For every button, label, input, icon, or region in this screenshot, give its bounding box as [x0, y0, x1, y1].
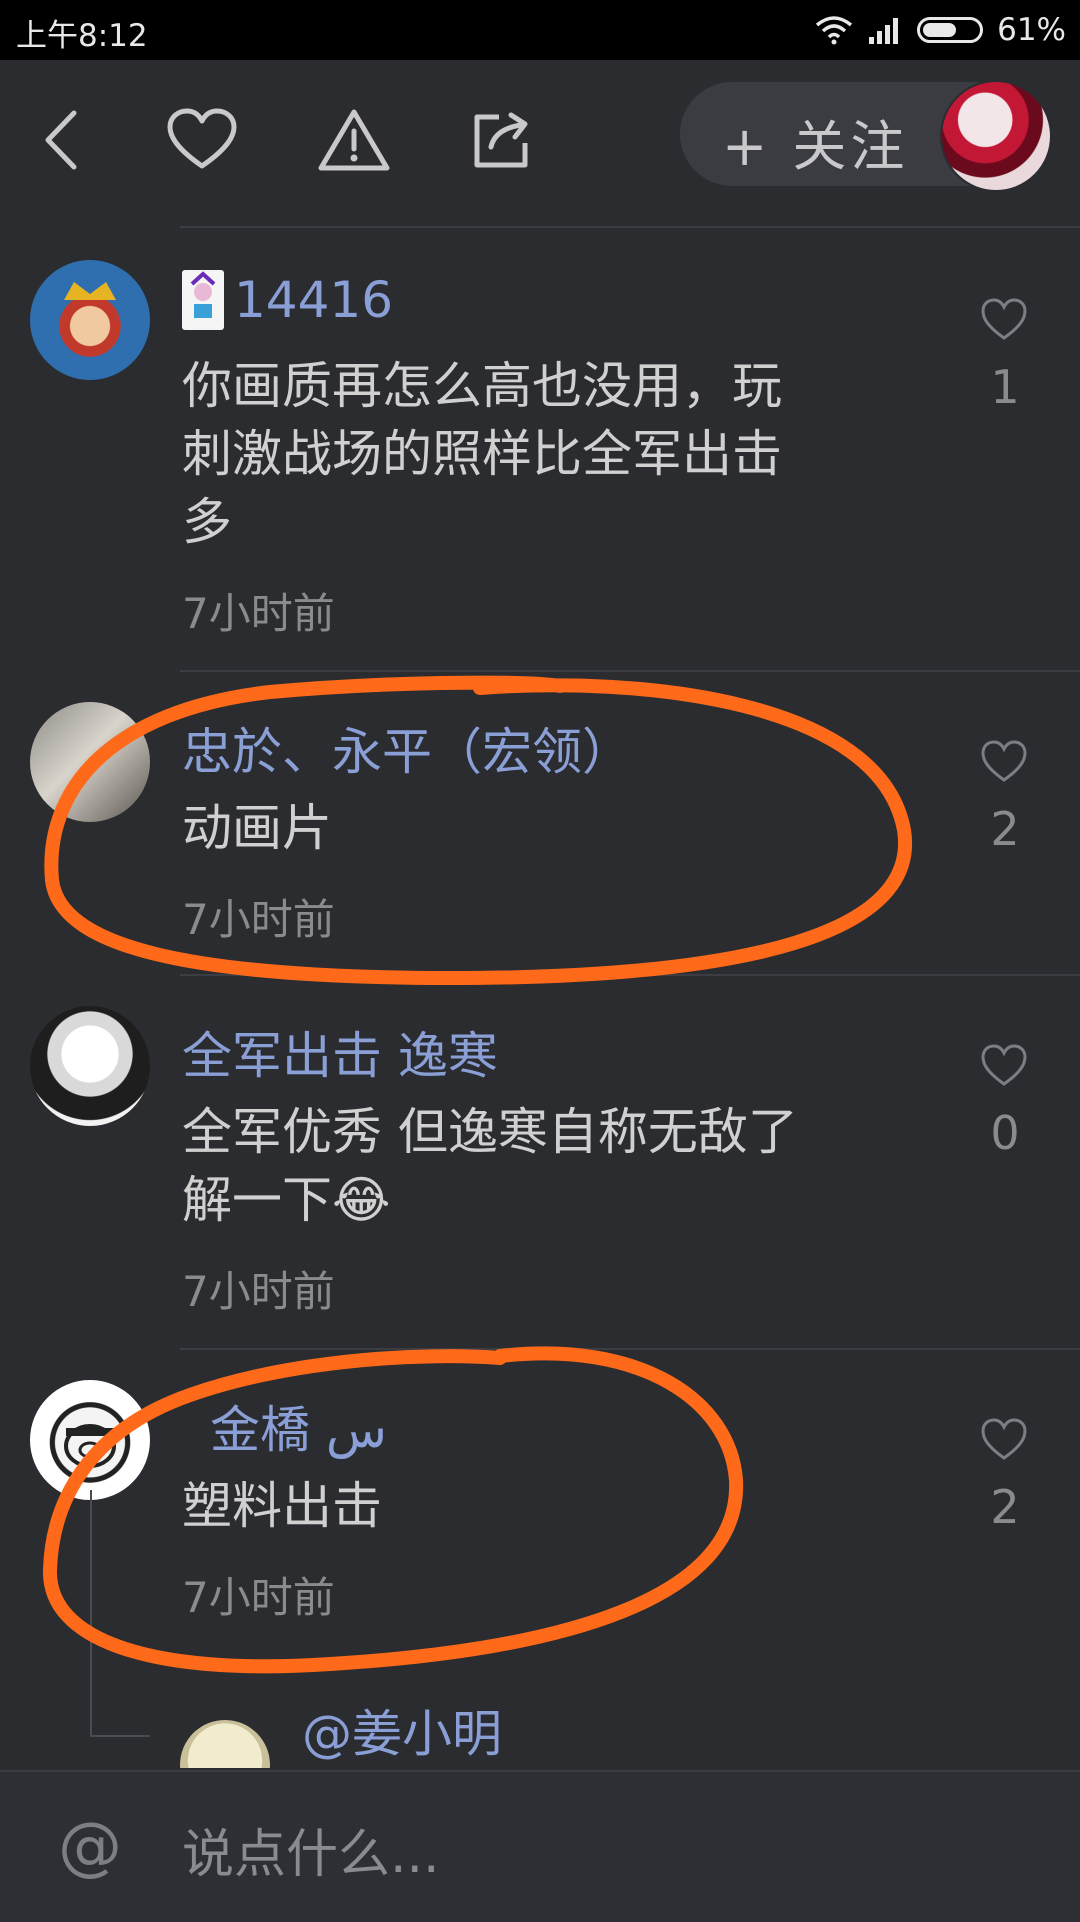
battery-percent: 61%	[997, 12, 1066, 48]
content-text: 解一下	[182, 1171, 332, 1229]
comment-like-button[interactable]	[980, 298, 1028, 342]
header-divider	[180, 226, 1080, 228]
author-avatar[interactable]	[940, 80, 1052, 192]
content-line: 动画片	[182, 799, 332, 857]
comment-time: 7小时前	[182, 589, 335, 638]
comment-input[interactable]: 说点什么...	[182, 1812, 1002, 1885]
comment-divider	[180, 670, 1080, 672]
content-line: 你画质再怎么高也没用，玩	[182, 357, 782, 415]
comment-author[interactable]: 忠於、永平（宏领）	[182, 712, 632, 784]
comment-author[interactable]: 金橋 س	[210, 1390, 387, 1462]
comment-input-bar: @ 说点什么...	[0, 1770, 1080, 1922]
author-row: 全军出击 逸寒	[182, 1016, 498, 1088]
comment-like-count: 1	[990, 360, 1020, 414]
share-icon	[474, 112, 528, 168]
laughing-emoji-icon: 😂	[332, 1171, 391, 1229]
comment-time: 7小时前	[182, 1267, 335, 1316]
share-button[interactable]	[462, 100, 542, 180]
crown-icon	[64, 282, 116, 300]
comment-time: 7小时前	[182, 1573, 335, 1622]
author-row: 金橋 س	[210, 1390, 387, 1462]
back-button[interactable]	[24, 100, 104, 180]
battery-icon	[917, 17, 984, 43]
content-line: 多	[182, 493, 232, 551]
content-line: 塑料出击	[182, 1477, 382, 1535]
warning-triangle-icon	[318, 109, 390, 171]
battery-fill	[923, 23, 957, 37]
content-line: 解一下😂	[182, 1166, 922, 1234]
comment-content: 动画片	[182, 794, 922, 862]
comment-content: 塑料出击	[182, 1472, 922, 1540]
comment-like-count: 2	[990, 1480, 1020, 1534]
content-line: 刺激战场的照样比全军出击	[182, 425, 782, 483]
top-nav: + 关注	[0, 60, 1080, 228]
heart-outline-icon	[167, 108, 237, 169]
signal-icon	[869, 18, 899, 44]
comment-author[interactable]: 14416	[234, 271, 393, 329]
comment-like-count: 0	[990, 1106, 1020, 1160]
author-row: 14416	[182, 270, 393, 330]
heart-outline-icon	[981, 1418, 1027, 1460]
follow-button[interactable]: + 关注	[680, 80, 1052, 192]
heart-outline-icon	[981, 298, 1027, 340]
status-time: 上午8:12	[16, 18, 148, 54]
author-row: 忠於、永平（宏领）	[182, 712, 632, 784]
comment-divider	[180, 974, 1080, 976]
comment-like-button[interactable]	[980, 740, 1028, 784]
comment-like-button[interactable]	[980, 1044, 1028, 1088]
comment-like-count: 2	[990, 802, 1020, 856]
chevron-left-icon	[45, 110, 77, 170]
heart-outline-icon	[981, 740, 1027, 782]
avatar[interactable]	[30, 260, 150, 380]
pig-face-icon	[64, 1424, 116, 1468]
comment-content: 全军优秀 但逸寒自称无敌了 解一下😂	[182, 1098, 922, 1234]
comment-content: 你画质再怎么高也没用，玩 刺激战场的照样比全军出击 多	[182, 352, 922, 556]
report-button[interactable]	[314, 100, 394, 180]
avatar[interactable]	[180, 1720, 270, 1768]
comment-divider	[180, 1348, 1080, 1350]
status-bar: 上午8:12 61%	[0, 0, 1080, 60]
avatar[interactable]	[30, 1380, 150, 1500]
follow-label: + 关注	[722, 115, 909, 178]
like-post-button[interactable]	[162, 100, 242, 180]
wifi-icon	[815, 16, 853, 45]
reply-item: @姜小明	[0, 1690, 1080, 1768]
content-line: 全军优秀 但逸寒自称无敌了	[182, 1103, 798, 1161]
comment-time: 7小时前	[182, 895, 335, 944]
avatar[interactable]	[30, 1006, 150, 1126]
status-right: 61%	[815, 8, 1066, 52]
joker-badge-icon	[182, 270, 224, 330]
avatar[interactable]	[30, 702, 150, 822]
mention-icon[interactable]: @	[58, 1810, 122, 1884]
comment-like-button[interactable]	[980, 1418, 1028, 1462]
comment-input-placeholder: 说点什么...	[182, 1825, 440, 1885]
comment-author[interactable]: 全军出击 逸寒	[182, 1016, 498, 1088]
reply-author[interactable]: @姜小明	[302, 1694, 502, 1766]
heart-outline-icon	[981, 1044, 1027, 1086]
annotation-overlay	[42, 675, 913, 1674]
